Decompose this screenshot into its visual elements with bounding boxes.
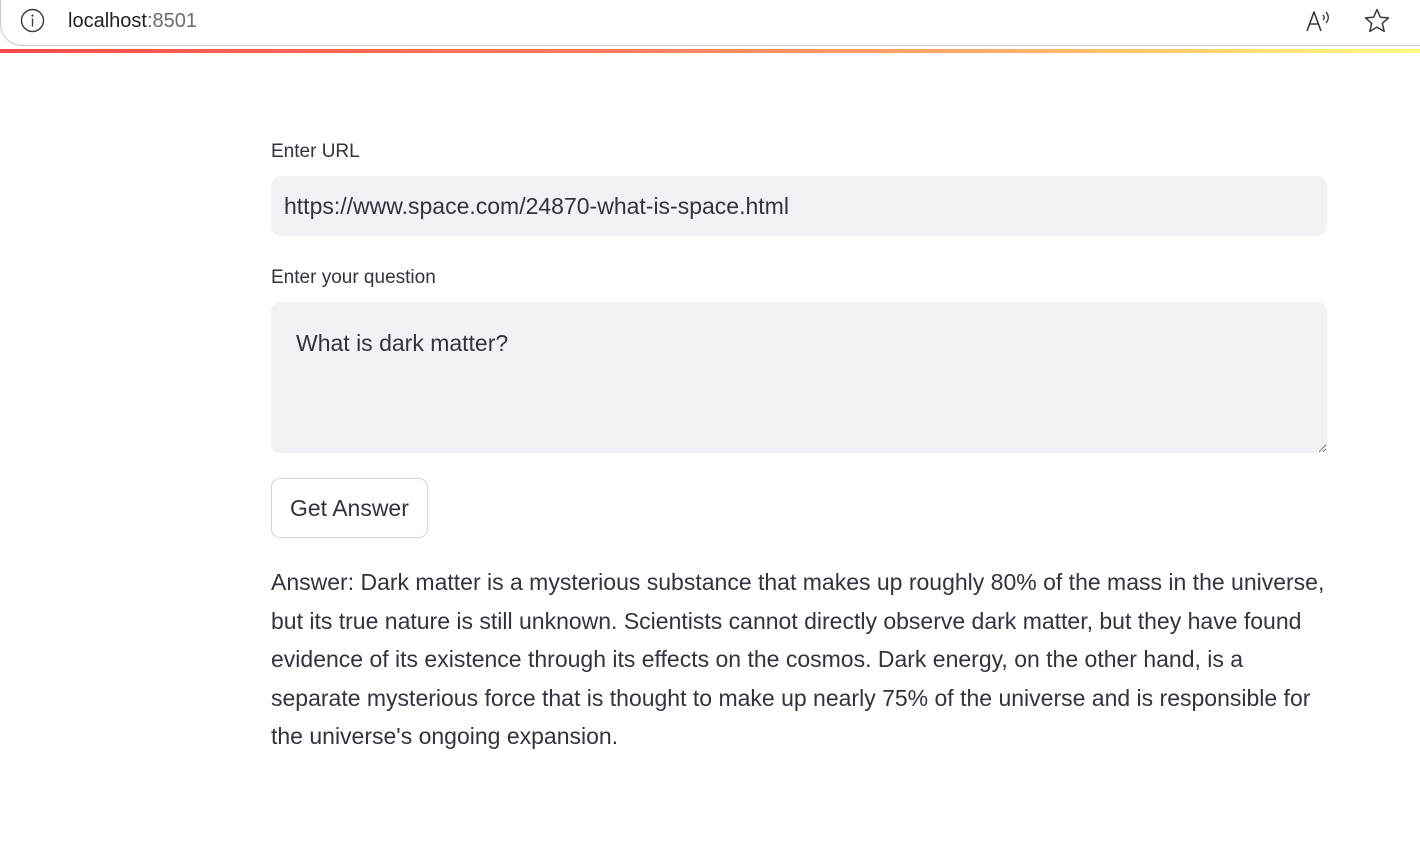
get-answer-button[interactable]: Get Answer <box>271 478 428 538</box>
answer-text: Answer: Dark matter is a mysterious subs… <box>271 569 1325 749</box>
url-port: :8501 <box>146 10 197 32</box>
url-label: Enter URL <box>271 141 360 162</box>
info-icon[interactable] <box>20 8 45 33</box>
address-url[interactable]: localhost:8501 <box>68 8 197 34</box>
read-aloud-icon[interactable] <box>1304 7 1332 35</box>
question-label: Enter your question <box>271 267 436 288</box>
question-textarea[interactable]: What is dark matter? <box>271 302 1327 453</box>
url-input[interactable] <box>271 176 1327 236</box>
url-host: localhost <box>68 10 147 32</box>
star-icon[interactable] <box>1363 7 1391 35</box>
header-decoration-bar <box>0 49 1420 53</box>
browser-address-bar[interactable]: localhost:8501 <box>0 0 1420 46</box>
main-content: Enter URL Enter your question What is da… <box>271 140 1327 756</box>
